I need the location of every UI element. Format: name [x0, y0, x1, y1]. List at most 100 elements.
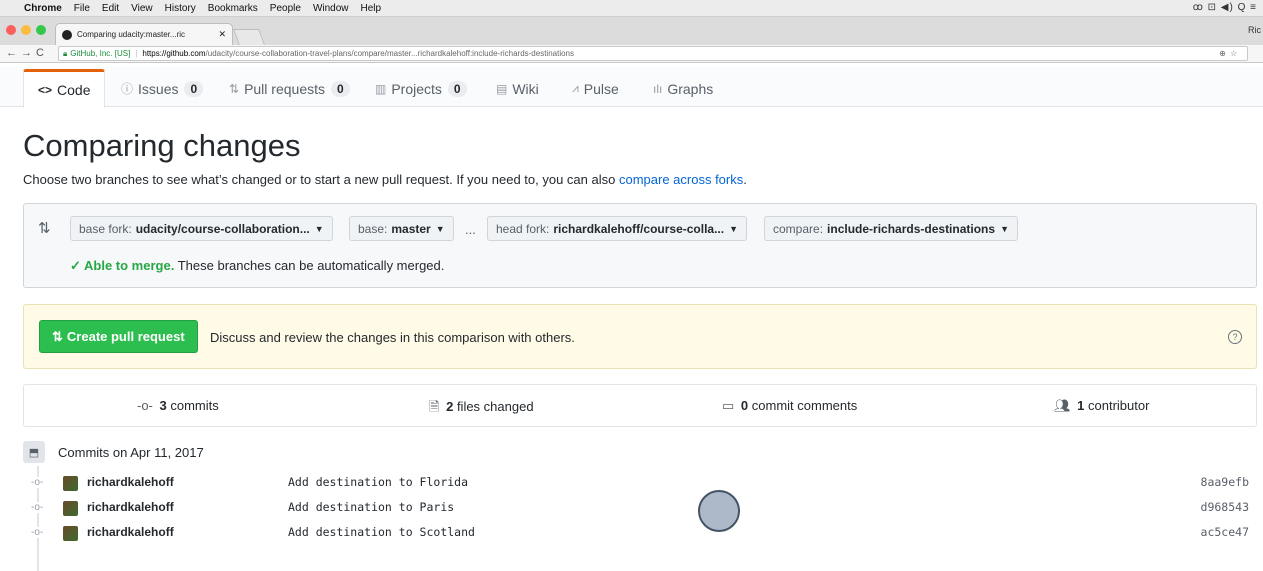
comments-summary[interactable]: ▭ 0 commit comments: [722, 398, 857, 414]
url-host: https://github.com: [142, 49, 206, 58]
close-window-button[interactable]: [6, 25, 16, 35]
profile-button[interactable]: Ric: [1248, 25, 1261, 35]
commit-author[interactable]: richardkalehoff: [87, 525, 174, 539]
commit-sha[interactable]: ac5ce47: [1201, 525, 1249, 539]
subtitle-period: .: [743, 172, 747, 187]
tab-issues[interactable]: ⓘ Issues 0: [121, 69, 204, 108]
close-tab-icon[interactable]: ✕: [218, 29, 226, 40]
page-subtitle: Choose two branches to see what’s change…: [23, 172, 747, 187]
projects-counter: 0: [447, 80, 467, 97]
tab-wiki[interactable]: ▤ Wiki: [496, 69, 539, 108]
pull-request-icon: ⇅: [52, 328, 63, 344]
menu-app-chrome[interactable]: Chrome: [24, 3, 62, 14]
address-bar[interactable]: 🔒︎ GitHub, Inc. [US] | https://github.co…: [58, 46, 1248, 61]
menu-bookmarks[interactable]: Bookmarks: [208, 3, 258, 14]
menu-view[interactable]: View: [131, 3, 153, 14]
menu-file[interactable]: File: [74, 3, 90, 14]
zoom-icon[interactable]: ⊕: [1219, 49, 1230, 58]
issue-icon: ⓘ: [121, 82, 134, 96]
commit-message[interactable]: Add destination to Florida: [288, 475, 468, 489]
files-summary[interactable]: 🗎︎ 2 files changed: [429, 398, 534, 420]
compare-value: include-richards-destinations: [827, 221, 996, 236]
base-fork-label: base fork:: [79, 221, 132, 236]
lock-icon: 🔒︎: [63, 48, 68, 58]
commit-dot-icon: -o-: [31, 527, 44, 538]
tab-code[interactable]: <> Code: [23, 69, 106, 108]
head-fork-select[interactable]: head fork: richardkalehoff/course-colla.…: [487, 216, 748, 241]
create-pull-request-button[interactable]: ⇅ Create pull request: [39, 320, 198, 353]
page-title: Comparing changes: [23, 128, 301, 163]
tab-code-label: Code: [57, 81, 91, 98]
compare-branch-select[interactable]: compare: include-richards-destinations ▼: [764, 216, 1018, 241]
menu-history[interactable]: History: [165, 3, 196, 14]
commit-row: -o- richardkalehoff Add destination to S…: [0, 522, 1263, 547]
browser-tab[interactable]: Comparing udacity:master...ric ✕: [55, 23, 233, 45]
commits-date-text: Commits on Apr 11, 2017: [58, 444, 204, 460]
chevron-down-icon: ▼: [435, 223, 445, 234]
commit-sha[interactable]: 8aa9efb: [1201, 475, 1249, 489]
pull-request-icon: ⇅: [229, 81, 240, 96]
comparison-summary: -o- 3 commits 🗎︎ 2 files changed ▭ 0 com…: [23, 384, 1257, 427]
base-branch-select[interactable]: base: master ▼: [349, 216, 454, 241]
tab-graphs-label: Graphs: [667, 80, 714, 97]
compare-across-forks-link[interactable]: compare across forks: [619, 172, 743, 187]
reload-icon[interactable]: C: [36, 47, 48, 59]
menu-edit[interactable]: Edit: [102, 3, 119, 14]
tab-pull-requests-label: Pull requests: [244, 80, 325, 97]
tab-pulse[interactable]: ⩘ Pulse: [572, 69, 619, 108]
commits-count: 3: [159, 398, 167, 413]
question-icon[interactable]: ?: [1228, 330, 1242, 344]
pulse-icon: ⩘: [572, 81, 579, 95]
commit-message[interactable]: Add destination to Scotland: [288, 525, 475, 539]
head-fork-label: head fork:: [496, 221, 550, 236]
forward-icon[interactable]: →: [21, 47, 36, 59]
contributors-summary[interactable]: 👥︎ 1 contributor: [1054, 398, 1149, 414]
commit-row: -o- richardkalehoff Add destination to P…: [0, 497, 1263, 522]
zoom-window-button[interactable]: [36, 25, 46, 35]
commit-author[interactable]: richardkalehoff: [87, 500, 174, 514]
compare-arrows-icon[interactable]: ⇅: [38, 219, 51, 237]
status-icons: ꝏ ⊡ ◀) Q ≡: [1192, 2, 1257, 13]
github-favicon-icon: [62, 29, 72, 40]
compare-label: compare:: [773, 221, 824, 236]
window-controls: [6, 25, 46, 35]
base-fork-select[interactable]: base fork: udacity/course-collaboration.…: [70, 216, 333, 241]
nav-buttons: ←→C: [6, 47, 48, 59]
tab-issues-label: Issues: [138, 80, 179, 97]
new-tab-button[interactable]: [233, 29, 265, 45]
range-editor: ⇅ base fork: udacity/course-collaboratio…: [23, 203, 1257, 288]
tab-graphs[interactable]: ılı Graphs: [653, 69, 713, 108]
flash-text: Discuss and review the changes in this c…: [210, 330, 575, 345]
minimize-window-button[interactable]: [21, 25, 31, 35]
avatar[interactable]: [63, 501, 78, 516]
create-pull-request-label: Create pull request: [66, 329, 185, 344]
avatar[interactable]: [63, 526, 78, 541]
chevron-down-icon: ▼: [1000, 223, 1009, 234]
commit-message[interactable]: Add destination to Paris: [288, 500, 454, 514]
tab-wiki-label: Wiki: [512, 80, 539, 97]
bookmark-star-icon[interactable]: ☆: [1230, 49, 1241, 58]
contributors-count: 1: [1077, 398, 1085, 413]
menu-people[interactable]: People: [270, 3, 301, 14]
commit-author[interactable]: richardkalehoff: [87, 475, 174, 489]
comments-label: commit comments: [751, 398, 858, 413]
commits-summary[interactable]: -o- 3 commits: [137, 398, 219, 413]
commit-sha[interactable]: d968543: [1201, 500, 1249, 514]
git-commit-calendar-icon: ⬒: [23, 441, 45, 463]
avatar[interactable]: [63, 476, 78, 491]
tab-projects[interactable]: ▥ Projects 0: [375, 69, 467, 108]
base-value: master: [391, 221, 431, 236]
back-icon[interactable]: ←: [6, 47, 21, 59]
macos-menu-bar: Chrome File Edit View History Bookmarks …: [0, 0, 1263, 17]
book-icon: ▤: [496, 81, 508, 96]
range-ellipsis: ...: [465, 222, 476, 237]
menu-help[interactable]: Help: [361, 3, 382, 14]
tab-pull-requests[interactable]: ⇅ Pull requests 0: [229, 69, 350, 108]
menu-window[interactable]: Window: [313, 3, 349, 14]
browser-tab-title: Comparing udacity:master...ric: [77, 30, 186, 39]
address-separator: |: [135, 49, 138, 58]
browser-toolbar: ←→C 🔒︎ GitHub, Inc. [US] | https://githu…: [0, 45, 1263, 63]
project-icon: ▥: [375, 81, 387, 96]
base-fork-value: udacity/course-collaboration...: [135, 221, 310, 236]
subtitle-text: Choose two branches to see what’s change…: [23, 172, 616, 187]
